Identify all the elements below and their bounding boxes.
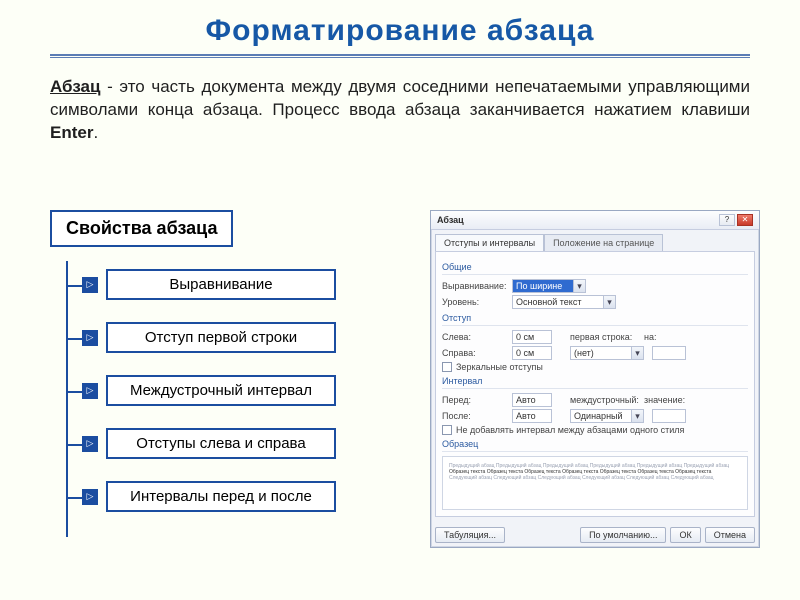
first-line-by-input[interactable] xyxy=(652,346,686,360)
ok-button[interactable]: ОК xyxy=(670,527,700,543)
tree-connector xyxy=(66,285,82,287)
property-label: Выравнивание xyxy=(106,269,336,300)
definition-body: - это часть документа между двумя соседн… xyxy=(50,77,750,119)
dialog-titlebar: Абзац ? ✕ xyxy=(431,211,759,230)
bullet-icon: ▷ xyxy=(82,383,98,399)
before-label: Перед: xyxy=(442,395,508,405)
bullet-icon: ▷ xyxy=(82,489,98,505)
chevron-down-icon[interactable]: ▾ xyxy=(603,296,615,308)
value-label: значение: xyxy=(644,395,684,405)
before-input[interactable]: Авто xyxy=(512,393,552,407)
tab-indents[interactable]: Отступы и интервалы xyxy=(435,234,544,251)
preview-box: Предыдущий абзац Предыдущий абзац Предыд… xyxy=(442,456,748,510)
indent-right-label: Справа: xyxy=(442,348,508,358)
tree-connector xyxy=(66,444,82,446)
group-preview-label: Образец xyxy=(442,439,748,449)
align-label: Выравнивание: xyxy=(442,281,508,291)
after-input[interactable]: Авто xyxy=(512,409,552,423)
definition-term: Абзац xyxy=(50,77,100,96)
title-underline xyxy=(50,54,750,58)
definition-key: Enter xyxy=(50,123,93,142)
first-line-combo[interactable]: (нет) ▾ xyxy=(570,346,644,360)
mirror-checkbox[interactable] xyxy=(442,362,452,372)
properties-heading: Свойства абзаца xyxy=(50,210,233,247)
group-indent-label: Отступ xyxy=(442,313,748,323)
paragraph-dialog: Абзац ? ✕ Отступы и интервалы Положение … xyxy=(430,210,760,548)
close-button[interactable]: ✕ xyxy=(737,214,753,226)
no-add-checkbox[interactable] xyxy=(442,425,452,435)
line-spacing-combo[interactable]: Одинарный ▾ xyxy=(570,409,644,423)
line-spacing-value: Одинарный xyxy=(571,410,631,422)
chevron-down-icon[interactable]: ▾ xyxy=(573,280,585,292)
tree-connector xyxy=(66,338,82,340)
first-line-value: (нет) xyxy=(571,347,631,359)
dialog-title: Абзац xyxy=(437,215,464,225)
property-label: Междустрочный интервал xyxy=(106,375,336,406)
tabs-button[interactable]: Табуляция... xyxy=(435,527,505,543)
chevron-down-icon[interactable]: ▾ xyxy=(631,347,643,359)
bullet-icon: ▷ xyxy=(82,330,98,346)
definition-paragraph: Абзац - это часть документа между двумя … xyxy=(50,76,750,145)
line-spacing-value-input[interactable] xyxy=(652,409,686,423)
preview-line: Следующий абзац Следующий абзац Следующи… xyxy=(449,475,741,481)
indent-left-input[interactable]: 0 см xyxy=(512,330,552,344)
tree-connector xyxy=(66,497,82,499)
bullet-icon: ▷ xyxy=(82,277,98,293)
level-value: Основной текст xyxy=(513,296,603,308)
level-label: Уровень: xyxy=(442,297,508,307)
help-button[interactable]: ? xyxy=(719,214,735,226)
property-label: Интервалы перед и после xyxy=(106,481,336,512)
property-label: Отступ первой строки xyxy=(106,322,336,353)
cancel-button[interactable]: Отмена xyxy=(705,527,755,543)
property-label: Отступы слева и справа xyxy=(106,428,336,459)
no-add-label: Не добавлять интервал между абзацами одн… xyxy=(456,425,684,435)
level-combo[interactable]: Основной текст ▾ xyxy=(512,295,616,309)
tab-page-position[interactable]: Положение на странице xyxy=(544,234,663,251)
indent-left-label: Слева: xyxy=(442,332,508,342)
first-line-label: первая строка: xyxy=(570,332,640,342)
chevron-down-icon[interactable]: ▾ xyxy=(631,410,643,422)
tree-connector xyxy=(66,391,82,393)
mirror-label: Зеркальные отступы xyxy=(456,362,543,372)
group-general-label: Общие xyxy=(442,262,748,272)
align-combo[interactable]: По ширине ▾ xyxy=(512,279,586,293)
slide-title: Форматирование абзаца xyxy=(0,0,800,48)
indent-right-input[interactable]: 0 см xyxy=(512,346,552,360)
after-label: После: xyxy=(442,411,508,421)
default-button[interactable]: По умолчанию... xyxy=(580,527,666,543)
group-spacing-label: Интервал xyxy=(442,376,748,386)
line-spacing-label: междустрочный: xyxy=(570,395,640,405)
definition-tail: . xyxy=(93,123,98,142)
by-label: на: xyxy=(644,332,662,342)
bullet-icon: ▷ xyxy=(82,436,98,452)
align-value: По ширине xyxy=(513,280,573,292)
